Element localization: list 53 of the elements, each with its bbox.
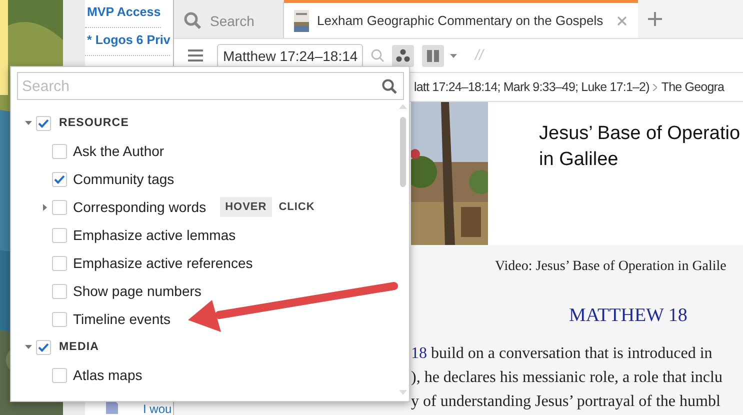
columns-icon (427, 50, 439, 62)
dots-icon (396, 49, 410, 62)
search-icon (184, 12, 202, 30)
close-icon[interactable] (617, 16, 628, 26)
verse-link[interactable]: 18 (411, 345, 427, 362)
paragraph-line: y of understanding Jesus’ portrayal of the humbl (411, 392, 720, 412)
checkbox[interactable] (52, 144, 67, 158)
page-link[interactable]: MVP Access (85, 0, 161, 28)
option-label: Ask the Author (73, 143, 164, 159)
option-label: Show page numbers (73, 283, 202, 299)
layout-button[interactable] (422, 44, 444, 66)
group-label: RESOURCE (59, 117, 129, 129)
toolbar-separator: // (475, 47, 484, 64)
menu-icon[interactable] (188, 49, 203, 62)
mode-option[interactable]: HOVER (220, 197, 272, 217)
checkbox[interactable] (52, 256, 67, 270)
checkbox[interactable] (52, 284, 67, 298)
checkbox[interactable] (36, 116, 51, 130)
visual-filters-button[interactable] (392, 44, 414, 66)
article-subtitle: in Galilee (539, 148, 620, 172)
add-tab-icon[interactable] (648, 12, 662, 26)
page-text: I wou (143, 403, 172, 415)
article-subtitle: Jesus’ Base of Operatio (539, 122, 740, 146)
paragraph-line: ), he declares his messianic role, a role that inclu (411, 368, 722, 388)
expand-caret-icon[interactable] (42, 204, 46, 210)
option-label: Timeline events (73, 311, 171, 327)
group-label: MEDIA (59, 341, 100, 353)
chevron-icon (653, 84, 658, 90)
checkbox[interactable] (52, 200, 67, 214)
collapse-caret-icon[interactable] (25, 345, 32, 349)
caret-icon[interactable] (450, 54, 457, 58)
scrollbar-thumb[interactable] (400, 117, 406, 187)
mode-option[interactable]: CLICK (274, 197, 320, 217)
search-field[interactable]: Search (17, 72, 404, 100)
book-cover-icon (294, 10, 309, 32)
section-heading: MATTHEW 18 (569, 304, 688, 328)
paragraph-line: 18 build on a conversation that is introduced in (411, 344, 712, 364)
checkbox[interactable] (36, 340, 51, 354)
option-label: Atlas maps (73, 367, 142, 383)
checkbox[interactable] (52, 368, 67, 382)
video-caption: Video: Jesus’ Base of Operation in Galile (495, 258, 726, 276)
option-label: Emphasize active lemmas (73, 227, 236, 243)
document-tab[interactable]: Lexham Geographic Commentary on the Gospels (284, 0, 638, 38)
checkbox[interactable] (52, 228, 67, 242)
checkbox[interactable] (52, 312, 67, 326)
breadcrumb-item[interactable]: latt 17:24–18:14; Mark 9:33–49; Luke 17:1–2) (414, 80, 650, 94)
breadcrumb-item[interactable]: The Geogra (661, 80, 724, 94)
page-link[interactable]: * Logos 6 Priv (85, 28, 170, 56)
checkbox[interactable] (52, 172, 67, 186)
option-label: Community tags (73, 171, 174, 187)
search-icon[interactable] (382, 79, 397, 94)
option-label: Emphasize active references (73, 255, 253, 271)
option-label: Corresponding words (73, 199, 206, 215)
